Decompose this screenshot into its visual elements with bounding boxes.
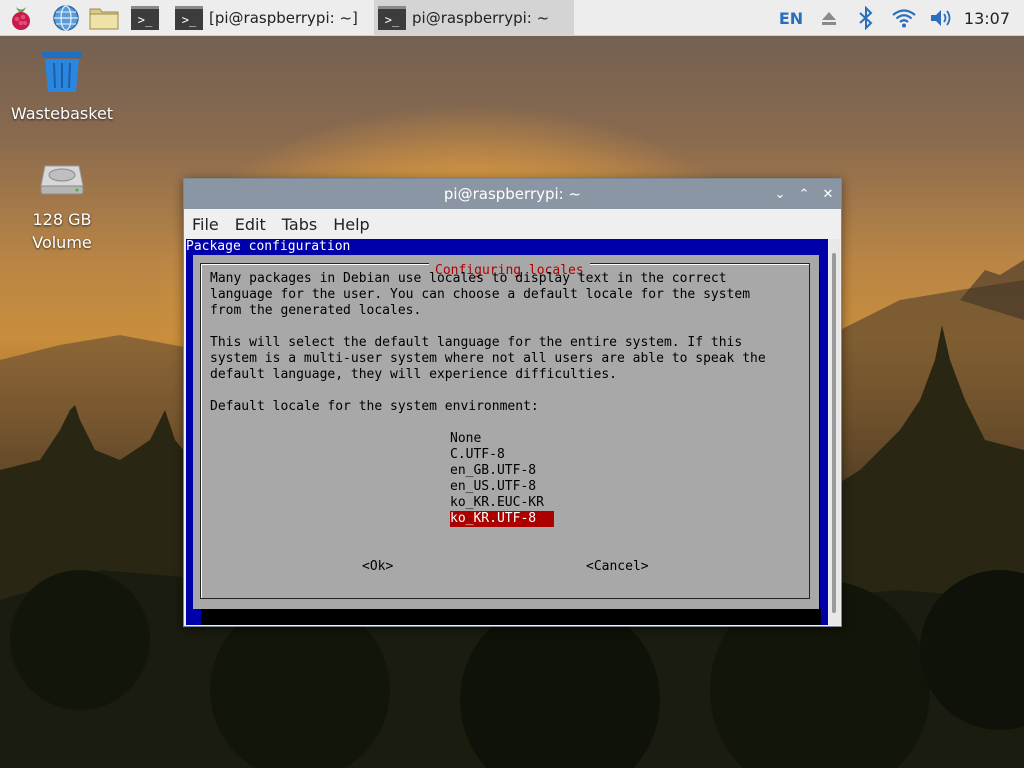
scrollbar-thumb[interactable] — [832, 253, 836, 613]
terminal-icon: >_ — [175, 6, 203, 30]
locale-option-en-us[interactable]: en_US.UTF-8 — [450, 479, 536, 495]
dialog-text-line: This will select the default language fo… — [210, 335, 743, 350]
dialog-text-line: default language, they will experience d… — [210, 367, 617, 382]
close-icon[interactable]: ✕ — [821, 187, 835, 202]
dialog-text-line: language for the user. You can choose a … — [210, 287, 751, 302]
menu-file[interactable]: File — [184, 215, 227, 234]
volume-icon[interactable] — [926, 0, 958, 36]
desktop-icon-wastebasket[interactable]: Wastebasket — [7, 50, 117, 123]
locale-option-none[interactable]: None — [450, 431, 481, 447]
volume-label-line2: Volume — [32, 233, 92, 252]
keyboard-layout-indicator[interactable]: EN — [774, 0, 808, 36]
dialog-text-line: system is a multi-user system where not … — [210, 351, 766, 366]
terminal-icon: >_ — [378, 6, 406, 30]
file-manager-icon[interactable] — [89, 3, 119, 33]
volume-label-line1: 128 GB — [32, 210, 92, 229]
minimize-icon[interactable]: ⌄ — [773, 187, 787, 202]
locale-option-ko-kr-utf8-selected[interactable]: ko_KR.UTF-8 — [450, 511, 554, 527]
task-label: pi@raspberrypi: ~ — [412, 9, 550, 27]
locale-option-c-utf8[interactable]: C.UTF-8 — [450, 447, 505, 463]
terminal-screen[interactable]: Package configuration Configuring locale… — [186, 239, 828, 625]
terminal-launcher-icon[interactable]: >_ — [130, 3, 160, 33]
dialog-text-line: from the generated locales. — [210, 303, 422, 318]
menu-tabs[interactable]: Tabs — [274, 215, 325, 234]
clock[interactable]: 13:07 — [964, 0, 1010, 36]
locale-prompt: Default locale for the system environmen… — [210, 399, 539, 414]
locale-option-en-gb[interactable]: en_GB.UTF-8 — [450, 463, 536, 479]
package-config-header: Package configuration — [186, 239, 351, 254]
wastebasket-icon — [7, 50, 117, 98]
taskbar-task-terminal-1[interactable]: >_ [pi@raspberrypi: ~] — [171, 0, 371, 36]
terminal-scrollbar[interactable] — [829, 239, 840, 625]
wastebasket-label: Wastebasket — [10, 104, 114, 123]
web-browser-icon[interactable] — [51, 3, 81, 33]
bluetooth-icon[interactable] — [852, 0, 880, 36]
eject-icon[interactable] — [814, 0, 844, 36]
menu-edit[interactable]: Edit — [227, 215, 274, 234]
window-title: pi@raspberrypi: ~ — [443, 185, 582, 203]
dialog-text-line: Many packages in Debian use locales to d… — [210, 271, 727, 286]
taskbar-task-terminal-2[interactable]: >_ pi@raspberrypi: ~ — [374, 0, 574, 36]
dialog-shadow — [201, 609, 821, 625]
ok-button[interactable]: <Ok> — [362, 559, 393, 575]
wifi-icon[interactable] — [888, 0, 920, 36]
locale-option-ko-kr-euc[interactable]: ko_KR.EUC-KR — [450, 495, 544, 511]
locale-dialog: Configuring locales Many packages in Deb… — [193, 255, 819, 609]
terminal-window: pi@raspberrypi: ~ ⌄ ⌃ ✕ File Edit Tabs H… — [183, 178, 842, 627]
maximize-icon[interactable]: ⌃ — [797, 187, 811, 202]
window-titlebar[interactable]: pi@raspberrypi: ~ ⌄ ⌃ ✕ — [184, 179, 841, 209]
desktop-icon-volume[interactable]: 128 GB Volume — [7, 160, 117, 252]
hard-drive-icon — [7, 160, 117, 204]
raspberry-menu-icon[interactable] — [6, 3, 36, 33]
task-label: [pi@raspberrypi: ~] — [209, 9, 358, 27]
taskbar: >_ >_ [pi@raspberrypi: ~] >_ pi@raspberr… — [0, 0, 1024, 36]
cancel-button[interactable]: <Cancel> — [586, 559, 649, 575]
menu-bar: File Edit Tabs Help — [184, 209, 841, 239]
menu-help[interactable]: Help — [325, 215, 377, 234]
